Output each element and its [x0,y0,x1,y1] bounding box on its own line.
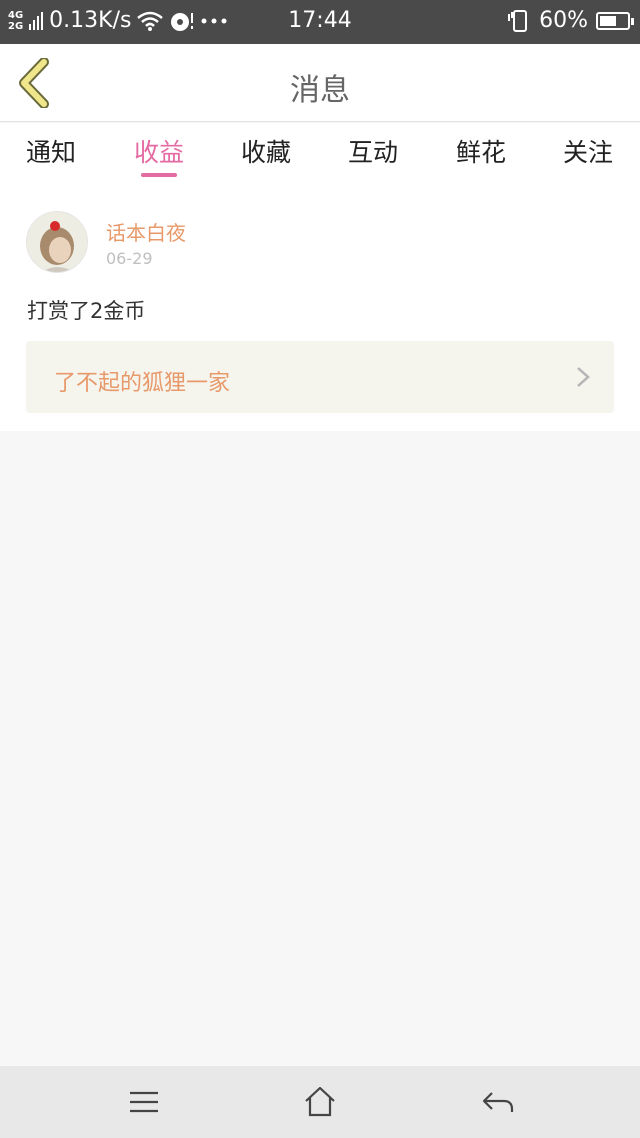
header: 消息 [0,44,640,122]
status-bar-right: 60% [507,8,634,33]
tab-label: 通知 [25,138,76,167]
message-text: 打赏了2金币 [27,299,146,323]
battery-percent: 60% [539,8,588,33]
avatar-image [27,212,87,272]
tab-notifications[interactable]: 通知 [6,133,96,169]
battery-fill [600,15,616,26]
tab-label: 关注 [562,138,613,167]
tab-flowers[interactable]: 鲜花 [436,133,526,169]
tab-label: 收藏 [240,138,291,167]
chevron-right-icon [577,367,590,387]
tab-label: 互动 [347,138,398,167]
home-icon [305,1086,335,1117]
tab-interactions[interactable]: 互动 [328,133,418,169]
tab-bar: 通知 收益 收藏 互动 鲜花 关注 [0,123,640,187]
system-nav-bar [0,1066,640,1138]
page-title: 消息 [290,73,350,108]
status-bar: 4G 2G 0.13K/s 17:44 60% [0,0,640,44]
tab-following[interactable]: 关注 [543,133,633,169]
return-icon [482,1092,514,1112]
book-link[interactable]: 了不起的狐狸一家 [26,341,614,413]
tab-label: 收益 [133,138,184,167]
vibrate-icon [508,9,528,32]
menu-icon [130,1091,158,1113]
back-nav-button[interactable] [478,1084,518,1120]
avatar[interactable] [26,211,88,273]
battery-icon [596,11,634,30]
home-button[interactable] [300,1084,340,1120]
book-title: 了不起的狐狸一家 [54,371,231,396]
tab-label: 鲜花 [455,138,506,167]
message-card: 话本白夜 06-29 打赏了2金币 了不起的狐狸一家 [0,187,640,431]
tab-favorites[interactable]: 收藏 [221,133,311,169]
tab-indicator [141,173,177,177]
message-date: 06-29 [106,249,153,268]
menu-button[interactable] [124,1084,164,1120]
sender-name[interactable]: 话本白夜 [106,217,186,246]
tab-earnings[interactable]: 收益 [114,133,204,177]
